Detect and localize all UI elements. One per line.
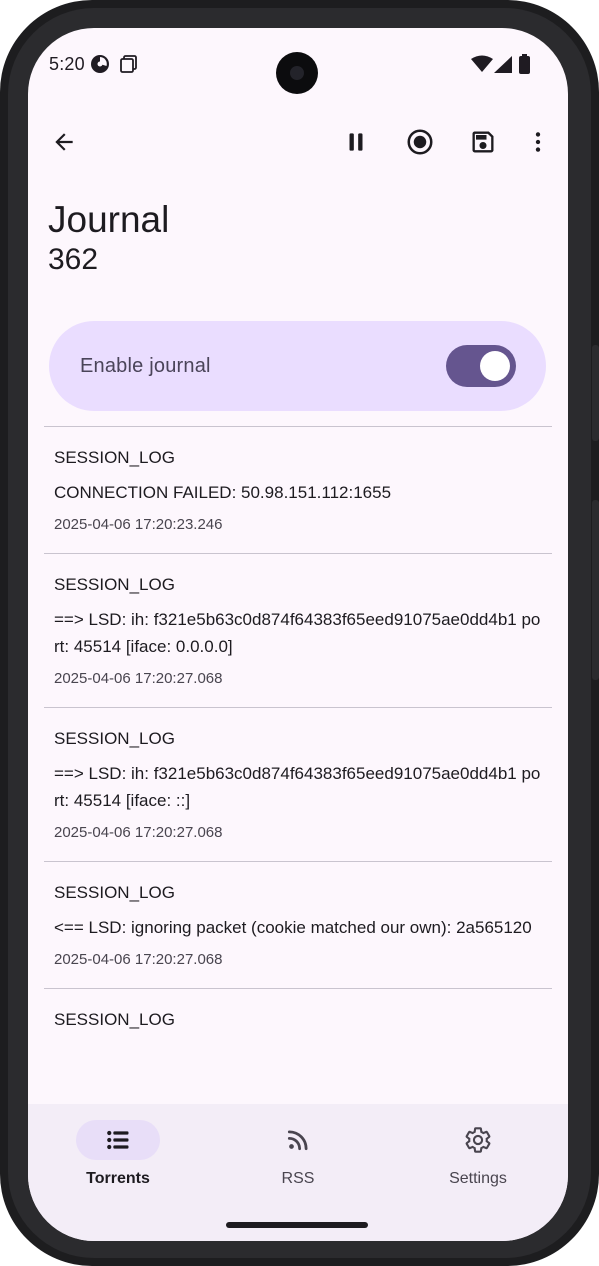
nav-label-rss: RSS (281, 1170, 315, 1187)
wifi-icon (471, 55, 493, 78)
record-button[interactable] (398, 120, 442, 164)
nav-item-torrents[interactable]: Torrents (28, 1118, 208, 1198)
save-icon (472, 131, 494, 153)
enable-journal-card[interactable]: Enable journal (49, 321, 546, 411)
log-entry[interactable]: SESSION_LOG CONNECTION FAILED: 50.98.151… (44, 426, 552, 553)
rss-icon (287, 1130, 308, 1151)
journal-count: 362 (48, 243, 99, 276)
nav-label-torrents: Torrents (86, 1170, 150, 1187)
log-type: SESSION_LOG (54, 883, 175, 902)
back-button[interactable] (42, 120, 86, 164)
log-timestamp: 2025-04-06 17:20:27.068 (54, 951, 223, 968)
list-icon (107, 1130, 129, 1150)
page-title: Journal (48, 199, 170, 240)
more-options-button[interactable] (516, 120, 560, 164)
phone-frame: 5:20 Journal 362 Enable journal SESSION_… (0, 0, 599, 1266)
nav-active-indicator (76, 1120, 160, 1160)
settings-icon (465, 1127, 491, 1153)
arrow-back-icon (55, 133, 73, 151)
log-timestamp: 2025-04-06 17:20:27.068 (54, 824, 223, 841)
pause-button[interactable] (334, 120, 378, 164)
data-saver-icon (90, 54, 110, 79)
save-button[interactable] (461, 120, 505, 164)
log-type: SESSION_LOG (54, 575, 175, 594)
front-camera (276, 52, 318, 94)
log-message: CONNECTION FAILED: 50.98.151.112:1655 (54, 483, 392, 502)
screen: 5:20 Journal 362 Enable journal SESSION_… (28, 28, 568, 1241)
enable-journal-switch[interactable] (446, 345, 516, 387)
log-type: SESSION_LOG (54, 729, 175, 748)
power-button (592, 500, 599, 680)
log-message: ==> LSD: ih: f321e5b63c0d874f64383f65eed… (54, 764, 541, 810)
switch-thumb (480, 351, 510, 381)
log-timestamp: 2025-04-06 17:20:27.068 (54, 670, 223, 687)
page-header: Journal 362 (48, 198, 169, 278)
pause-icon (349, 133, 363, 151)
home-indicator[interactable] (226, 1222, 368, 1228)
log-list: SESSION_LOG CONNECTION FAILED: 50.98.151… (44, 426, 552, 1030)
log-entry[interactable]: SESSION_LOG ==> LSD: ih: f321e5b63c0d874… (44, 553, 552, 707)
enable-journal-label: Enable journal (80, 355, 211, 377)
log-entry[interactable]: SESSION_LOG (44, 988, 552, 1030)
status-time: 5:20 (49, 54, 85, 74)
log-type: SESSION_LOG (54, 448, 175, 467)
nav-item-rss[interactable]: RSS (208, 1118, 388, 1198)
nav-label-settings: Settings (449, 1170, 507, 1187)
battery-icon (519, 54, 530, 79)
volume-button (592, 345, 599, 441)
more-vert-icon (535, 132, 541, 152)
nav-item-settings[interactable]: Settings (388, 1118, 568, 1198)
log-message: <== LSD: ignoring packet (cookie matched… (54, 918, 532, 937)
log-message: ==> LSD: ih: f321e5b63c0d874f64383f65eed… (54, 610, 541, 656)
bottom-navigation: Torrents RSS Settings (28, 1104, 568, 1241)
screenshot-icon (119, 54, 139, 79)
status-bar: 5:20 (28, 28, 568, 100)
record-icon (407, 129, 433, 155)
cellular-signal-icon (494, 56, 512, 78)
log-entry[interactable]: SESSION_LOG ==> LSD: ih: f321e5b63c0d874… (44, 707, 552, 861)
log-entry[interactable]: SESSION_LOG <== LSD: ignoring packet (co… (44, 861, 552, 988)
top-app-bar (28, 118, 568, 166)
log-timestamp: 2025-04-06 17:20:23.246 (54, 516, 223, 533)
log-type: SESSION_LOG (54, 1010, 175, 1029)
